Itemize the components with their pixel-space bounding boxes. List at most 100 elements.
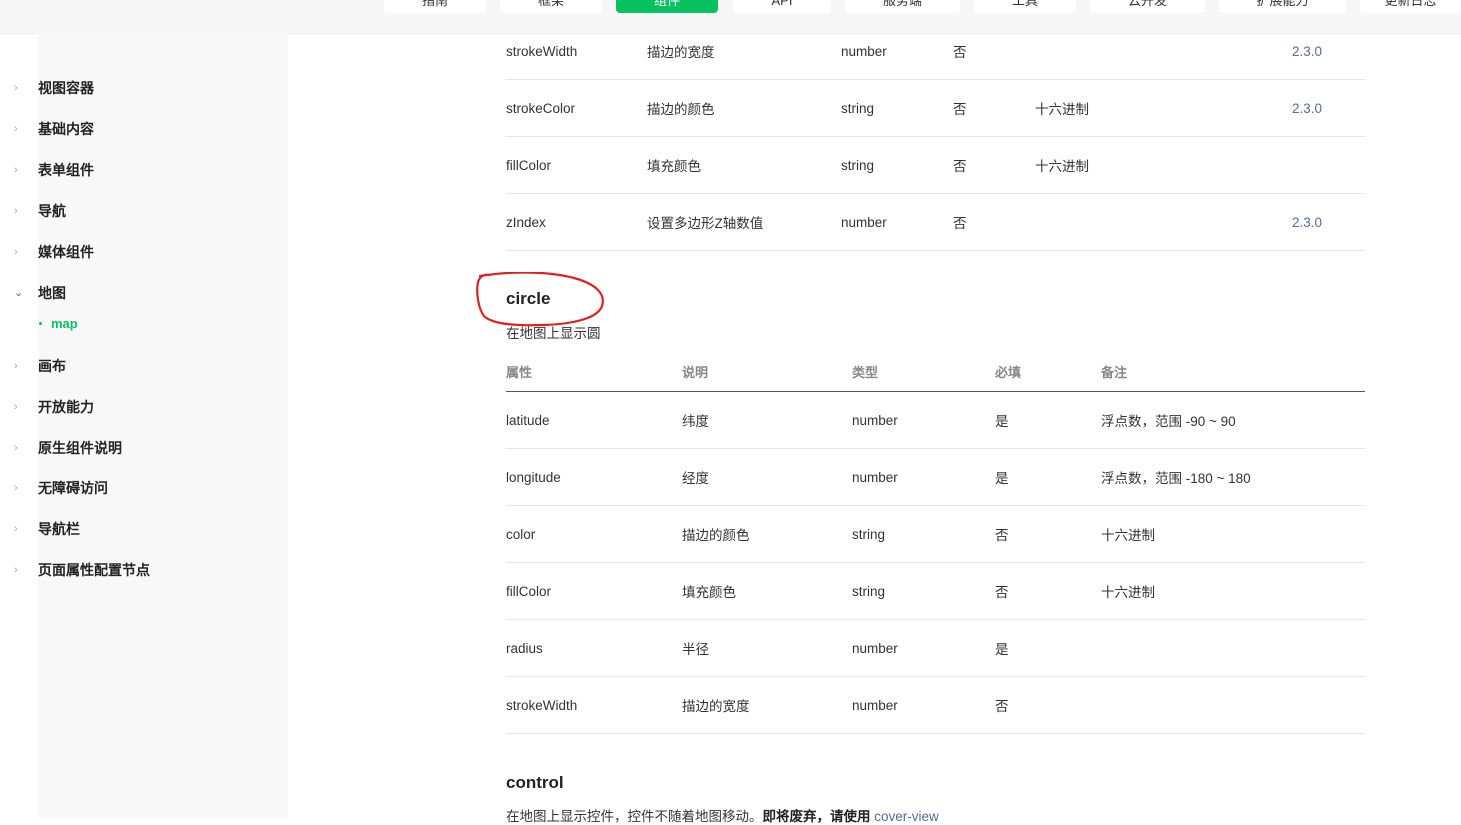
type-cell: number — [852, 448, 995, 506]
attr-cell: zIndex — [506, 193, 647, 251]
attr-cell: radius — [506, 619, 682, 677]
tab-server[interactable]: 服务端 — [845, 0, 960, 13]
chevron-right-icon: › — [14, 82, 18, 94]
column-header-type: 类型 — [852, 351, 995, 392]
tab-guide[interactable]: 指南 — [384, 0, 486, 13]
required-cell: 是 — [995, 448, 1101, 506]
sidebar-item-label: 页面属性配置节点 — [38, 562, 150, 578]
chevron-right-icon: › — [14, 123, 18, 135]
circle-attributes-table: 属性 说明 类型 必填 备注 latitude 纬度 number 是 浮点数，… — [506, 351, 1365, 734]
chevron-down-icon: ⌄ — [14, 287, 24, 299]
section-desc-circle: 在地图上显示圆 — [506, 326, 601, 341]
chevron-right-icon: › — [14, 564, 18, 576]
polygon-attributes-table: strokeWidth 描边的宽度 number 否 2.3.0 strokeC… — [506, 23, 1365, 251]
attr-cell: fillColor — [506, 562, 682, 620]
note-cell — [1035, 23, 1292, 80]
sidebar-item-label: 媒体组件 — [38, 244, 94, 260]
sidebar-item-basic-content[interactable]: › 基础内容 — [14, 119, 94, 139]
tab-api[interactable]: API — [733, 0, 831, 13]
attr-cell: fillColor — [506, 136, 647, 194]
tab-components[interactable]: 组件 — [616, 0, 718, 13]
required-cell: 否 — [953, 193, 1035, 251]
sidebar-item-label: 导航 — [38, 203, 66, 219]
desc-cell: 纬度 — [682, 391, 852, 449]
sidebar-item-media[interactable]: › 媒体组件 — [14, 242, 94, 262]
note-cell: 十六进制 — [1035, 79, 1292, 137]
chevron-right-icon: › — [14, 205, 18, 217]
type-cell: string — [841, 136, 953, 194]
chevron-right-icon: › — [14, 523, 18, 535]
required-cell: 是 — [995, 619, 1101, 677]
tab-framework[interactable]: 框架 — [500, 0, 602, 13]
sidebar-item-label: 开放能力 — [38, 399, 94, 415]
version-link[interactable] — [1292, 136, 1365, 194]
chevron-right-icon: › — [14, 164, 18, 176]
chevron-right-icon: › — [14, 442, 18, 454]
version-link[interactable]: 2.3.0 — [1292, 193, 1365, 251]
chevron-right-icon: › — [14, 401, 18, 413]
tab-tools[interactable]: 工具 — [974, 0, 1076, 13]
tab-changelog[interactable]: 更新日志 — [1360, 0, 1461, 13]
note-cell: 浮点数，范围 -180 ~ 180 — [1101, 448, 1365, 506]
sidebar-item-view-container[interactable]: › 视图容器 — [14, 78, 94, 98]
tab-cloud[interactable]: 云开发 — [1090, 0, 1205, 13]
sidebar-item-open-capabilities[interactable]: › 开放能力 — [14, 397, 94, 417]
type-cell: string — [852, 562, 995, 620]
column-header-desc: 说明 — [682, 351, 852, 392]
section-title-circle: circle — [506, 289, 551, 308]
desc-cell: 描边的颜色 — [647, 79, 841, 137]
sidebar-item-label: 基础内容 — [38, 121, 94, 137]
version-link[interactable]: 2.3.0 — [1292, 79, 1365, 137]
type-cell: number — [852, 391, 995, 449]
note-cell: 十六进制 — [1035, 136, 1292, 194]
sidebar-item-form[interactable]: › 表单组件 — [14, 160, 94, 180]
note-cell: 十六进制 — [1101, 562, 1365, 620]
table-row: color 描边的颜色 string 否 十六进制 — [506, 505, 1365, 563]
chevron-right-icon: › — [14, 360, 18, 372]
table-row: strokeWidth 描边的宽度 number 否 2.3.0 — [506, 23, 1365, 80]
table-row: zIndex 设置多边形Z轴数值 number 否 2.3.0 — [506, 193, 1365, 251]
cover-view-link[interactable]: cover-view — [874, 809, 939, 824]
sidebar-item-page-meta[interactable]: › 页面属性配置节点 — [14, 560, 150, 580]
desc-cell: 设置多边形Z轴数值 — [647, 193, 841, 251]
table-row: strokeColor 描边的颜色 string 否 十六进制 2.3.0 — [506, 79, 1365, 137]
type-cell: number — [852, 676, 995, 734]
table-row: fillColor 填充颜色 string 否 十六进制 — [506, 136, 1365, 194]
note-cell: 浮点数，范围 -90 ~ 90 — [1101, 391, 1365, 449]
sidebar-item-label: 无障碍访问 — [38, 480, 108, 496]
chevron-right-icon: › — [14, 482, 18, 494]
required-cell: 否 — [953, 23, 1035, 80]
desc-cell: 经度 — [682, 448, 852, 506]
version-link[interactable]: 2.3.0 — [1292, 23, 1365, 80]
table-header-row: 属性 说明 类型 必填 备注 — [506, 351, 1365, 392]
note-cell — [1035, 193, 1292, 251]
sidebar-item-map[interactable]: ⌄ 地图 — [14, 283, 66, 303]
attr-cell: color — [506, 505, 682, 563]
control-desc-text: 在地图上显示控件，控件不随着地图移动。 — [506, 809, 763, 824]
type-cell: number — [841, 23, 953, 80]
desc-cell: 描边的宽度 — [682, 676, 852, 734]
section-desc-control: 在地图上显示控件，控件不随着地图移动。即将废弃，请使用 cover-view — [506, 805, 939, 825]
deprecation-notice: 即将废弃，请使用 — [762, 809, 871, 824]
sidebar-item-navigation[interactable]: › 导航 — [14, 201, 66, 221]
required-cell: 否 — [995, 505, 1101, 563]
sidebar-item-label: 地图 — [38, 285, 66, 301]
column-header-attr: 属性 — [506, 351, 682, 392]
required-cell: 是 — [995, 391, 1101, 449]
sidebar-item-accessibility[interactable]: › 无障碍访问 — [14, 478, 108, 498]
attr-cell: strokeWidth — [506, 676, 682, 734]
table-row: latitude 纬度 number 是 浮点数，范围 -90 ~ 90 — [506, 391, 1365, 449]
sidebar-item-label: 视图容器 — [38, 80, 94, 96]
sidebar-item-label: 画布 — [38, 358, 66, 374]
sidebar-item-navigation-bar[interactable]: › 导航栏 — [14, 519, 80, 539]
tab-extensions[interactable]: 扩展能力 — [1219, 0, 1346, 13]
sidebar-subitem-map[interactable]: map — [38, 314, 78, 332]
table-row: longitude 经度 number 是 浮点数，范围 -180 ~ 180 — [506, 448, 1365, 506]
desc-cell: 半径 — [682, 619, 852, 677]
sidebar-item-canvas[interactable]: › 画布 — [14, 356, 66, 376]
sidebar-subitem-label: map — [51, 315, 78, 331]
sidebar-item-native-components[interactable]: › 原生组件说明 — [14, 438, 122, 458]
sidebar-item-label: 原生组件说明 — [38, 440, 122, 456]
sidebar-item-label: 表单组件 — [38, 162, 94, 178]
bullet-dot-icon — [39, 321, 42, 325]
